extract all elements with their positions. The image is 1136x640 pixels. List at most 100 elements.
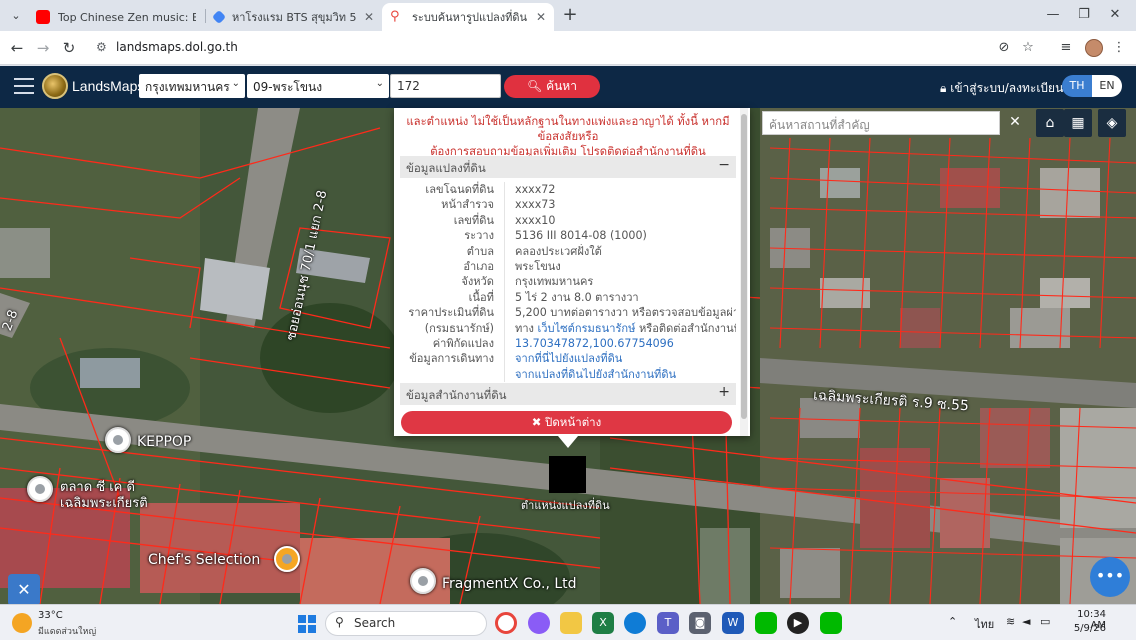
word-icon[interactable]: W xyxy=(722,612,744,634)
clock-date[interactable]: 5/9/26 xyxy=(1066,623,1106,634)
browser-tab-2[interactable]: หาโรงแรม BTS สุขุมวิท 500-1,000 บ ✕ xyxy=(206,3,382,31)
new-tab-plus-icon[interactable]: + xyxy=(560,5,580,25)
detail-row: ระวาง 5136 III 8014-08 (1000) xyxy=(400,228,736,244)
place-search-input[interactable]: ค้นหาสถานที่สำคัญ xyxy=(762,111,1000,135)
search-button[interactable]: 🔍︎ ค้นหา xyxy=(504,75,600,98)
input-language[interactable]: ไทย xyxy=(975,615,994,633)
camera-icon[interactable]: ◙ xyxy=(689,612,711,634)
eye-slash-icon[interactable]: ⊘ xyxy=(995,39,1013,57)
detail-value: กรุงเทพมหานคร xyxy=(504,274,736,290)
address-bar[interactable]: ⚙ landsmaps.dol.go.th xyxy=(86,35,1086,61)
province-select[interactable]: กรุงเทพมหานคร ⌄ xyxy=(139,74,245,98)
line-icon-2[interactable] xyxy=(820,612,842,634)
detail-label: อำเภอ xyxy=(463,259,494,273)
close-tab-icon[interactable]: ✕ xyxy=(364,10,374,24)
layers-icon[interactable]: ◈ xyxy=(1098,109,1126,137)
edge-icon[interactable] xyxy=(624,612,646,634)
browser-tab-1[interactable]: Top Chinese Zen music: Bamboo xyxy=(28,3,204,31)
detail-label: เลขโฉนดที่ดิน xyxy=(425,183,494,196)
file-explorer-icon[interactable] xyxy=(560,612,582,634)
detail-value: 5136 III 8014-08 (1000) xyxy=(504,228,736,244)
chrome-icon[interactable] xyxy=(495,612,517,634)
disclaimer-line-1: และตำแหน่ง ไม่ใช้เป็นหลักฐานในทางแพ่งและ… xyxy=(406,115,730,143)
close-window-icon[interactable]: ✕ xyxy=(1103,4,1127,26)
search-button-label: ค้นหา xyxy=(546,79,577,93)
restore-icon[interactable]: ❐ xyxy=(1072,4,1096,26)
restaurant-pin-icon[interactable] xyxy=(274,546,300,572)
expand-plus-icon[interactable]: + xyxy=(718,384,730,400)
grid-icon[interactable]: ▦ xyxy=(1064,109,1092,137)
media-player-icon[interactable]: ▶ xyxy=(787,612,809,634)
line-icon[interactable] xyxy=(755,612,777,634)
windows-start-icon[interactable] xyxy=(298,615,316,633)
district-select[interactable]: 09-พระโขนง ⌄ xyxy=(247,74,389,98)
browser-toolbar: ← → ↻ ⚙ landsmaps.dol.go.th ⊘ ☆ ≡ ⋮ xyxy=(0,31,1136,65)
district-value: 09-พระโขนง xyxy=(253,80,323,94)
close-icon[interactable]: ✕ xyxy=(1006,112,1024,132)
home-icon[interactable]: ⌂ xyxy=(1036,109,1064,137)
popup-scrollbar[interactable] xyxy=(740,108,748,436)
measure-tools-icon[interactable]: ✕ xyxy=(8,574,40,604)
weather-desc[interactable]: มีแดดส่วนใหญ่ xyxy=(38,624,96,638)
excel-icon[interactable]: X xyxy=(592,612,614,634)
wifi-icon[interactable]: ≋ xyxy=(1006,615,1015,628)
poi-label[interactable]: เฉลิมพระเกียรติ xyxy=(60,492,148,513)
parcel-number-input[interactable]: 172 xyxy=(390,74,501,98)
site-info-icon[interactable]: ⚙ xyxy=(96,40,107,54)
poi-pin-icon[interactable] xyxy=(27,476,53,502)
copilot-icon[interactable] xyxy=(528,612,550,634)
lang-en-button[interactable]: EN xyxy=(1092,75,1122,97)
coordinate-link[interactable]: 13.70347872,100.67754096 xyxy=(515,337,674,350)
hamburger-menu-icon[interactable] xyxy=(14,78,34,94)
close-popup-button[interactable]: ✖ ปิดหน้าต่าง xyxy=(401,411,732,434)
poi-label[interactable]: KEPPOP xyxy=(137,434,191,450)
office-section-title: ข้อมูลสำนักงานที่ดิน xyxy=(406,388,507,402)
reload-icon[interactable]: ↻ xyxy=(59,38,79,58)
media-controls-icon[interactable]: ≡ xyxy=(1057,39,1075,57)
detail-value: xxxx73 xyxy=(504,197,736,213)
login-link[interactable]: 🔒︎ เข้าสู่ระบบ/ลงทะเบียน xyxy=(940,79,1063,98)
weather-temp[interactable]: 33°C xyxy=(38,610,63,621)
office-section-header[interactable]: ข้อมูลสำนักงานที่ดิน + xyxy=(400,383,736,405)
detail-value: 5,200 บาทต่อตารางวา หรือตรวจสอบข้อมูลผ่า… xyxy=(504,305,736,321)
price-text: ทาง xyxy=(515,321,538,335)
profile-avatar[interactable] xyxy=(1085,39,1103,57)
tab-search-chevron-icon[interactable]: ⌄ xyxy=(6,6,26,26)
minimize-icon[interactable]: — xyxy=(1041,4,1065,26)
poi-label[interactable]: Chef's Selection xyxy=(148,552,260,568)
treasury-website-link[interactable]: เว็บไซต์กรมธนารักษ์ xyxy=(538,322,636,335)
more-options-button[interactable]: ••• xyxy=(1090,557,1130,597)
brand-name: LandsMaps xyxy=(72,78,145,94)
directions-to-office-link[interactable]: จากแปลงที่ดินไปยังสำนักงานที่ดิน xyxy=(515,368,676,381)
directions-to-parcel-link[interactable]: จากที่นี่ไปยังแปลงที่ดิน xyxy=(515,352,622,365)
poi-pin-icon[interactable] xyxy=(105,427,131,453)
bookmark-star-icon[interactable]: ☆ xyxy=(1019,39,1037,57)
tab-title: ระบบค้นหารูปแปลงที่ดิน (LandsMap xyxy=(412,11,528,24)
browser-tab-3-active[interactable]: ⚲ ระบบค้นหารูปแปลงที่ดิน (LandsMap ✕ xyxy=(382,3,554,31)
tray-chevron-icon[interactable]: ⌃ xyxy=(948,615,957,628)
parcel-section-header[interactable]: ข้อมูลแปลงที่ดิน − xyxy=(400,156,736,178)
battery-icon[interactable]: ▭ xyxy=(1040,615,1050,628)
taskbar-search[interactable]: ⚲ Search xyxy=(325,611,487,636)
detail-label: จังหวัด xyxy=(461,275,494,289)
poi-label[interactable]: FragmentX Co., Ltd xyxy=(442,576,577,592)
forward-arrow-icon[interactable]: → xyxy=(33,38,53,58)
parcel-marker[interactable] xyxy=(549,456,586,493)
detail-value: xxxx10 xyxy=(504,212,736,229)
back-arrow-icon[interactable]: ← xyxy=(7,38,27,58)
search-icon: ⚲ xyxy=(335,615,344,629)
volume-icon[interactable]: ◄ xyxy=(1022,615,1030,628)
login-label: เข้าสู่ระบบ/ลงทะเบียน xyxy=(950,81,1064,95)
weather-sun-icon[interactable] xyxy=(12,613,32,633)
browser-tab-strip: ⌄ Top Chinese Zen music: Bamboo หาโรงแรม… xyxy=(0,0,1136,31)
close-tab-icon[interactable]: ✕ xyxy=(536,10,546,24)
detail-label: ตำบล xyxy=(466,244,494,258)
scrollbar-thumb[interactable] xyxy=(741,114,747,419)
taskbar: 33°C มีแดดส่วนใหญ่ ⚲ Search X T ◙ W ▶ ⌃ … xyxy=(0,604,1136,640)
lang-th-button[interactable]: TH xyxy=(1062,75,1092,97)
collapse-minus-icon[interactable]: − xyxy=(718,157,730,173)
teams-icon[interactable]: T xyxy=(657,612,679,634)
poi-pin-icon[interactable] xyxy=(410,568,436,594)
detail-value: พระโขนง xyxy=(504,258,736,275)
more-menu-icon[interactable]: ⋮ xyxy=(1110,39,1128,57)
